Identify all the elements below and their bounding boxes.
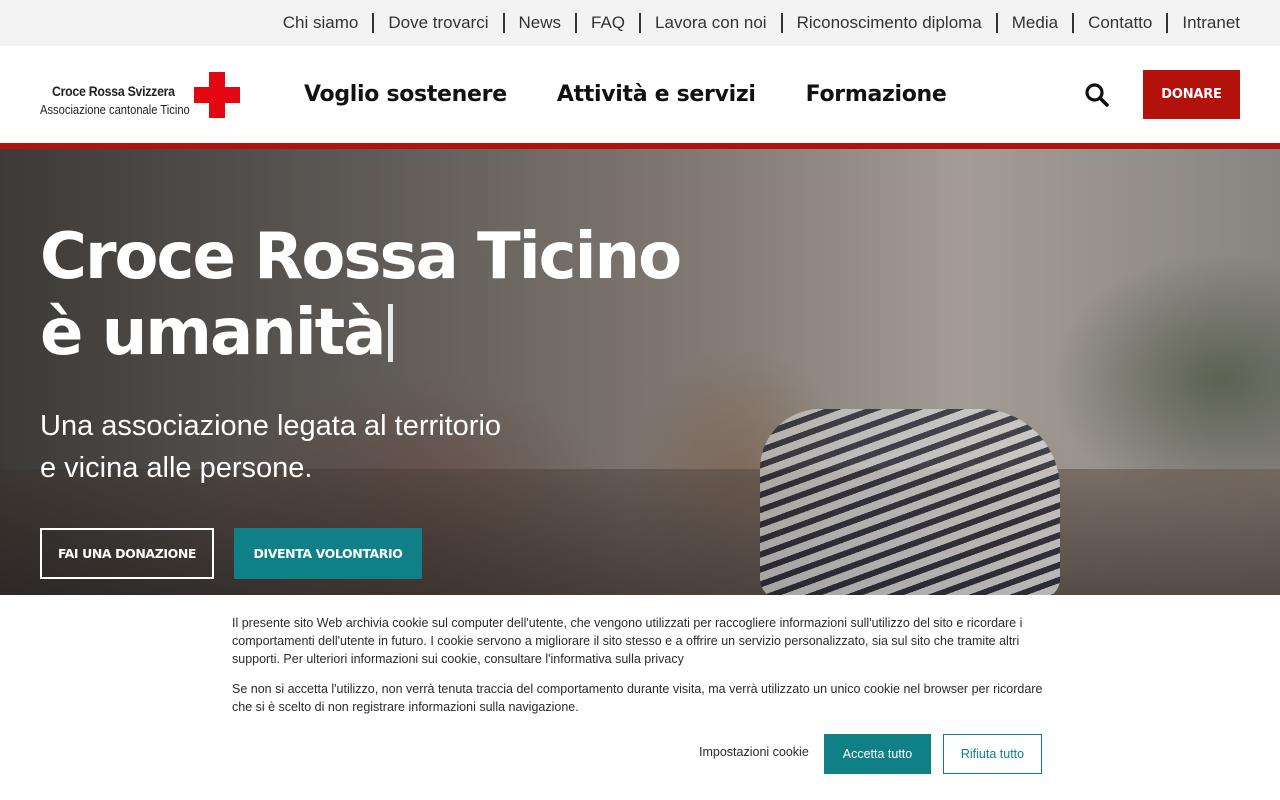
utility-divider [639,13,642,33]
utility-divider [1166,13,1169,33]
make-donation-button[interactable]: FAI UNA DONAZIONE [40,528,214,579]
cookie-text-main: Il presente sito Web archivia cookie sul… [232,616,1023,666]
site-header: Croce Rossa Svizzera Associazione canton… [0,46,1280,143]
utility-divider [780,13,783,33]
utility-divider [575,13,578,33]
red-cross-icon [194,72,240,118]
hero-title: Croce Rossa Ticino è umanità [40,219,800,371]
typing-caret [388,304,394,362]
hero-subtitle: Una associazione legata al territorio e … [40,410,502,484]
reject-all-button[interactable]: Rifiuta tutto [943,734,1042,774]
nav-attivita-e-servizi[interactable]: Attività e servizi [557,82,756,107]
search-button[interactable] [1084,82,1110,108]
site-logo[interactable]: Croce Rossa Svizzera Associazione canton… [40,72,240,118]
nav-formazione[interactable]: Formazione [806,82,947,107]
utility-link-media[interactable]: Media [1012,13,1058,33]
utility-link-intranet[interactable]: Intranet [1182,13,1240,33]
logo-text-association: Associazione cantonale Ticino [40,102,190,117]
nav-voglio-sostenere[interactable]: Voglio sostenere [304,82,507,107]
utility-link-dove-trovarci[interactable]: Dove trovarci [388,13,488,33]
utility-divider [372,13,375,33]
utility-link-contatto[interactable]: Contatto [1088,13,1152,33]
hero-title-line2: è umanità [40,296,386,370]
utility-divider [995,13,998,33]
utility-bar: Chi siamo Dove trovarci News FAQ Lavora … [0,0,1280,46]
utility-link-lavora-con-noi[interactable]: Lavora con noi [655,13,767,33]
logo-text-organization: Croce Rossa Svizzera [52,83,175,99]
utility-divider [1072,13,1075,33]
main-nav: Voglio sostenere Attività e servizi Form… [304,46,947,143]
become-volunteer-button[interactable]: DIVENTA VOLONTARIO [234,528,422,579]
utility-link-news[interactable]: News [519,13,562,33]
donate-button[interactable]: DONARE [1143,70,1240,119]
search-icon [1085,83,1109,107]
accept-all-button[interactable]: Accetta tutto [824,734,931,774]
cookie-settings-link[interactable]: Impostazioni cookie [699,745,809,759]
cookie-text-decline-info: Se non si accetta l'utilizzo, non verrà … [232,682,1043,714]
utility-link-riconoscimento-diploma[interactable]: Riconoscimento diploma [797,13,982,33]
cookie-banner: Il presente sito Web archivia cookie sul… [0,595,1280,800]
hero-banner: Croce Rossa Ticino è umanità Una associa… [0,149,1280,595]
utility-divider [502,13,505,33]
utility-link-faq[interactable]: FAQ [591,13,625,33]
hero-title-line1: Croce Rossa Ticino [40,220,682,294]
utility-nav: Chi siamo Dove trovarci News FAQ Lavora … [283,0,1240,46]
utility-link-chi-siamo[interactable]: Chi siamo [283,13,359,33]
